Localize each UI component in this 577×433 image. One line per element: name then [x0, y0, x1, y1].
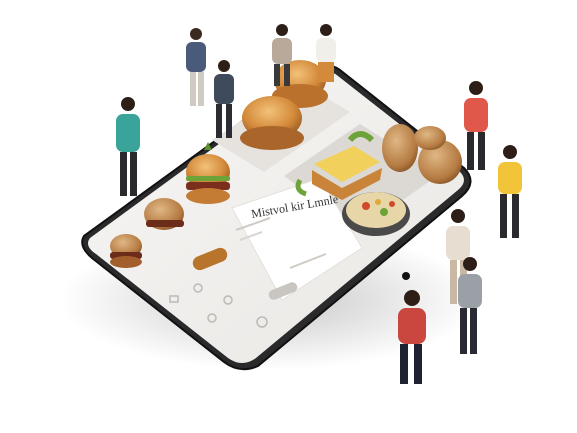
person-5 [116, 97, 140, 196]
person-4 [316, 24, 336, 82]
food-salad-bowl [342, 192, 410, 236]
person-2 [214, 60, 234, 138]
scene: Mistvol kir Lmnle [0, 0, 577, 433]
person-7 [498, 145, 522, 238]
person-6 [464, 81, 488, 170]
person-1 [186, 28, 206, 106]
illustration: Mistvol kir Lmnle [60, 24, 522, 384]
